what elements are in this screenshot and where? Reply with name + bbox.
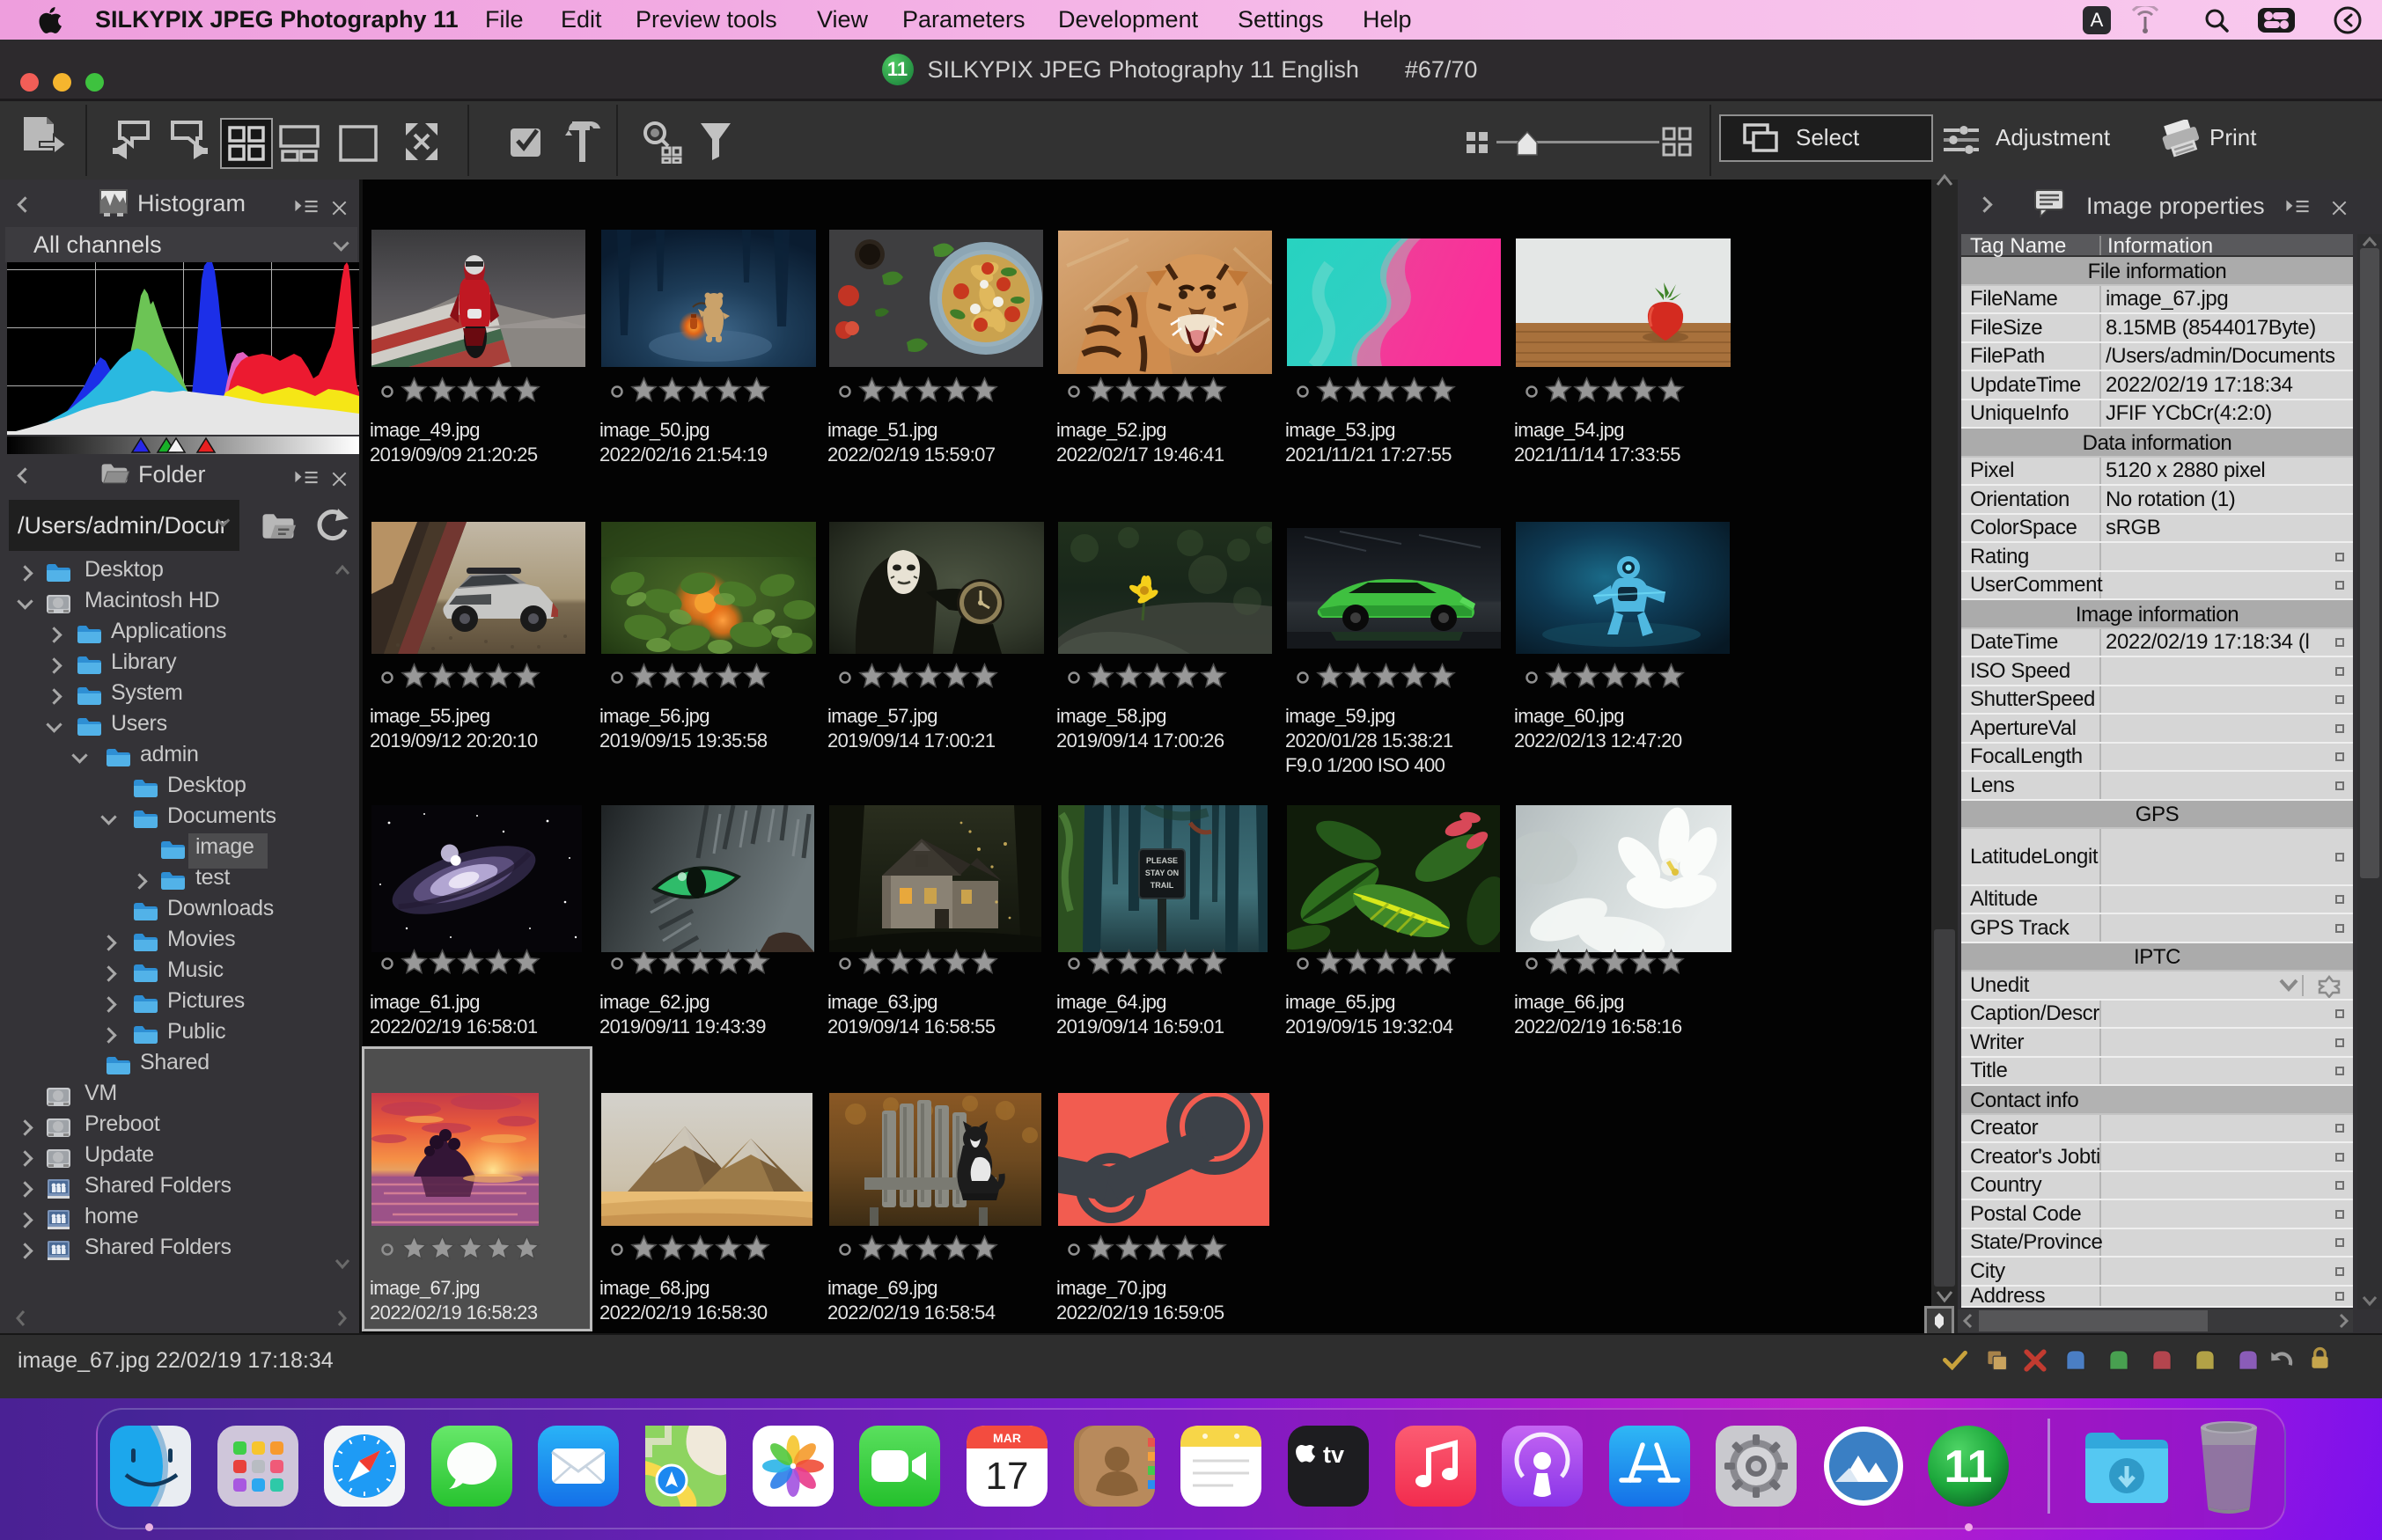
svg-text:MAR: MAR <box>993 1431 1021 1445</box>
svg-text:tv: tv <box>1323 1441 1344 1468</box>
svg-text:17: 17 <box>986 1455 1029 1498</box>
svg-text:11: 11 <box>1945 1441 1993 1492</box>
svg-text:TRAIL: TRAIL <box>1151 881 1174 890</box>
svg-text:PLEASE: PLEASE <box>1146 856 1178 865</box>
svg-text:STAY ON: STAY ON <box>1145 869 1179 877</box>
